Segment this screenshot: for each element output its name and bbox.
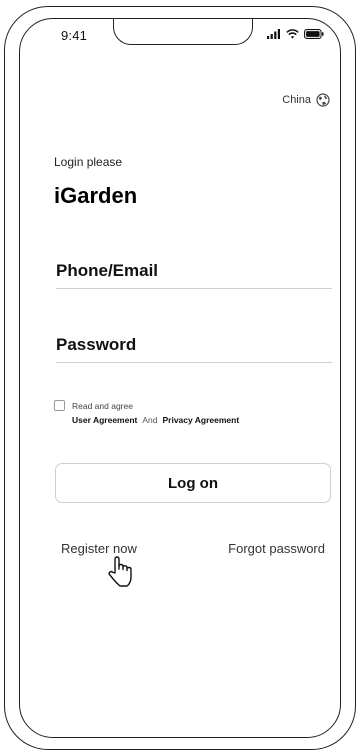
user-agreement-link[interactable]: User Agreement [72, 415, 137, 425]
screen: 9:41 China Login please iGarden Phone/Em… [0, 0, 363, 755]
agree-label: Read and agree [72, 401, 133, 411]
pointer-hand-icon [108, 556, 132, 587]
password-input[interactable]: Password [56, 327, 332, 363]
country-label: China [282, 94, 311, 106]
privacy-agreement-link[interactable]: Privacy Agreement [162, 415, 239, 425]
signal-icon [267, 29, 280, 39]
phone-email-placeholder: Phone/Email [56, 260, 159, 280]
agree-checkbox[interactable] [54, 400, 65, 411]
phone-screen: 9:41 China Login please iGarden Phone/Em… [19, 18, 341, 738]
phone-email-input[interactable]: Phone/Email [56, 253, 332, 289]
globe-icon [316, 93, 330, 107]
battery-icon [304, 29, 324, 39]
and-text: And [142, 415, 158, 425]
country-selector[interactable]: China [282, 93, 330, 107]
register-now-link[interactable]: Register now [61, 541, 137, 556]
log-on-button[interactable]: Log on [55, 463, 331, 503]
login-prompt: Login please [54, 155, 123, 169]
app-brand-title: iGarden [54, 183, 138, 208]
phone-notch [113, 19, 253, 45]
forgot-password-link[interactable]: Forgot password [228, 541, 325, 556]
status-time: 9:41 [61, 28, 88, 43]
status-icons [267, 29, 324, 39]
log-on-label: Log on [168, 474, 218, 492]
wifi-icon [286, 29, 299, 39]
agreement-text: Read and agree User Agreement And Privacy … [72, 399, 239, 427]
agreement-row: Read and agree User Agreement And Privacy … [54, 399, 239, 427]
password-placeholder: Password [56, 334, 137, 354]
